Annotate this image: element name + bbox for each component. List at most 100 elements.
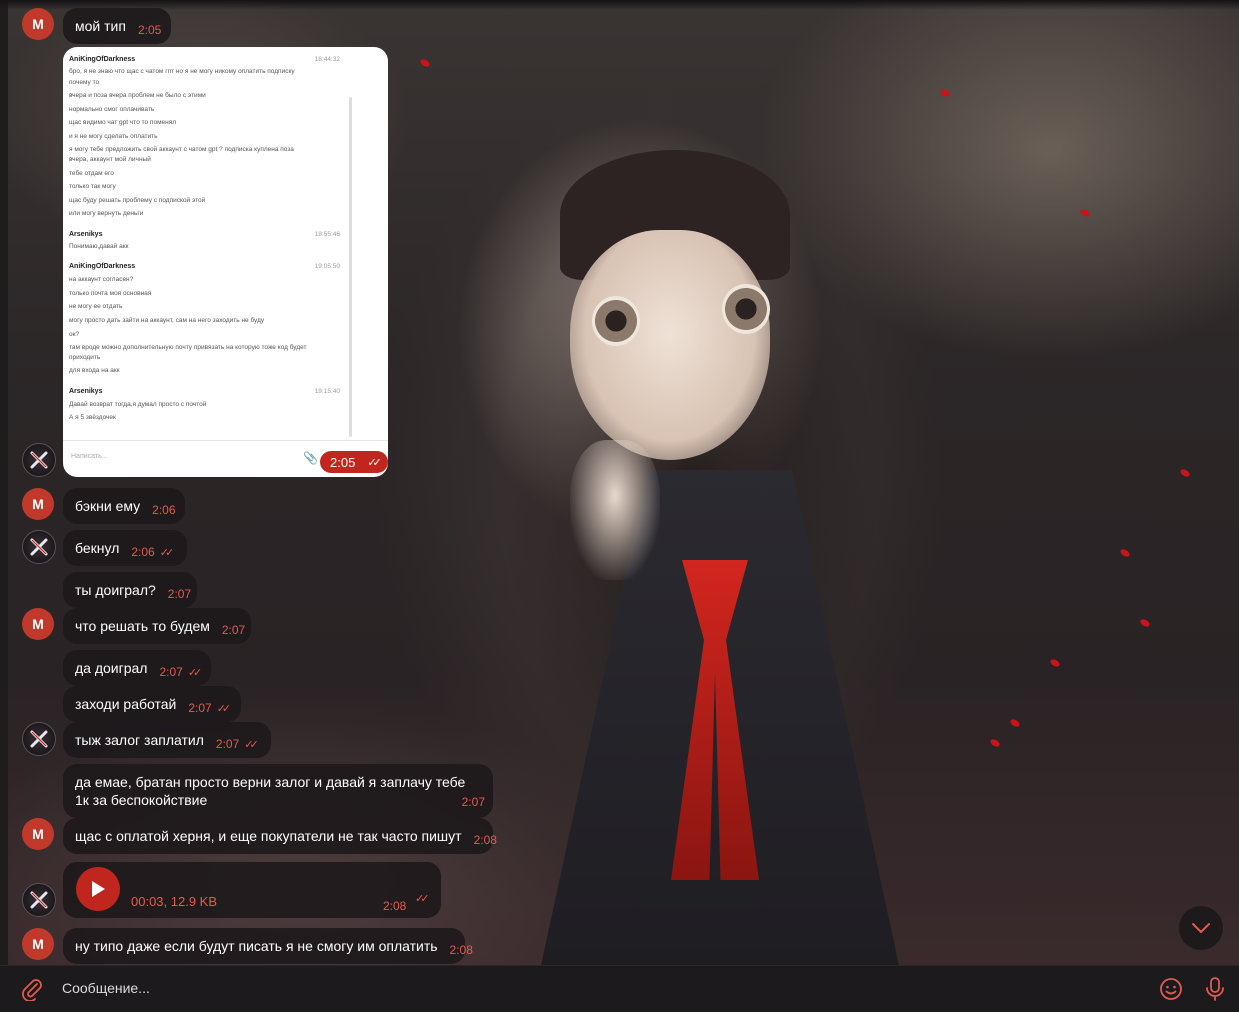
message-bubble[interactable]: мой тип 2:05 (63, 8, 171, 44)
voice-meta: 00:03, 12.9 KB (131, 894, 218, 909)
message-bubble[interactable]: что решать то будем 2:07 (63, 608, 251, 644)
avatar[interactable]: M (22, 818, 54, 850)
shot-line: не могу ее отдать (69, 303, 123, 310)
shot-placeholder: Написать... (71, 453, 108, 460)
x-logo-icon (30, 891, 48, 909)
top-shadow (0, 0, 1239, 10)
message-time: 2:06 (131, 545, 155, 559)
emoji-icon (1160, 978, 1182, 1000)
shot-author: AniKingOfDarkness (69, 56, 136, 63)
wallpaper-face (570, 230, 770, 460)
message-time: 2:07 (167, 587, 192, 601)
petal (1119, 547, 1131, 559)
message-bubble[interactable]: бэкни ему 2:06 (63, 488, 185, 524)
shot-line: Понимаю,давай акк (69, 243, 129, 250)
double-check-icon: ✓✓ (244, 738, 259, 751)
shot-line: приходить (69, 354, 101, 361)
shot-time: 18:55:46 (314, 231, 340, 238)
avatar[interactable] (22, 530, 56, 564)
avatar[interactable] (22, 443, 56, 477)
shot-time: 18:44:32 (314, 56, 340, 63)
scroll-down-button[interactable] (1179, 906, 1223, 950)
wallpaper-eye-right (722, 284, 770, 334)
double-check-icon: ✓✓ (415, 892, 430, 905)
message-text: щас с оплатой херня, и еще покупатели не… (75, 828, 462, 844)
shot-line: нормально смог оплачивать (69, 106, 155, 113)
message-time: 2:07 (159, 665, 183, 679)
double-check-icon: ✓✓ (159, 546, 175, 559)
x-logo-icon (30, 538, 48, 556)
play-button[interactable] (76, 867, 120, 911)
avatar[interactable]: M (22, 608, 54, 640)
shot-author: AniKingOfDarkness (69, 263, 136, 270)
play-icon (92, 881, 105, 897)
avatar[interactable] (22, 722, 56, 756)
x-logo-icon (30, 730, 48, 748)
message-text: заходи работай (75, 696, 177, 712)
shot-line: для входа на акк (69, 367, 120, 374)
petal (1139, 617, 1151, 629)
petal (1079, 207, 1091, 219)
voice-message[interactable]: 00:03, 12.9 KB 2:08 ✓✓ (63, 862, 441, 918)
image-message[interactable]: AniKingOfDarkness 18:44:32 бро, я не зна… (63, 47, 388, 477)
message-bubble[interactable]: бекнул 2:06 ✓✓ (63, 530, 187, 566)
message-bubble[interactable]: да доиграл 2:07 ✓✓ (63, 650, 211, 686)
message-text: бекнул (75, 540, 120, 556)
shot-line: только так могу (69, 183, 116, 190)
avatar[interactable]: M (22, 928, 54, 960)
message-text: тыж залог заплатил (75, 732, 204, 748)
shot-author: Arsenikys (69, 388, 103, 395)
petal (989, 737, 1001, 749)
attach-button[interactable] (20, 977, 44, 1005)
message-time: 2:08 (449, 943, 473, 957)
message-text: ну типо даже если будут писать я не смог… (75, 938, 438, 954)
message-bubble[interactable]: да емае, братан просто верни залог и дав… (63, 764, 493, 818)
message-time: 2:06 (152, 503, 176, 517)
paperclip-icon (22, 979, 42, 1002)
avatar[interactable]: M (22, 8, 54, 40)
shot-paperclip-icon: 📎 (303, 451, 318, 465)
shot-line: почему то (69, 79, 100, 86)
shot-time: 19:15:40 (314, 388, 340, 395)
avatar[interactable] (22, 883, 56, 917)
left-rail (0, 0, 8, 965)
message-bubble[interactable]: тыж залог заплатил 2:07 ✓✓ (63, 722, 271, 758)
double-check-icon: ✓✓ (187, 666, 203, 679)
message-input[interactable] (60, 979, 1064, 997)
message-bubble[interactable]: ну типо даже если будут писать я не смог… (63, 928, 473, 964)
message-time: 2:07 (461, 795, 485, 809)
shot-line: только почта моя основная (69, 290, 152, 297)
shot-line: там вроде можно дополнительную почту при… (69, 344, 307, 351)
shot-time: 19:05:50 (314, 263, 340, 270)
shot-line: и я не могу сделать оплатить (69, 133, 158, 140)
message-text: бэкни ему (75, 498, 141, 514)
message-time: 2:07 (215, 737, 240, 751)
message-text: что решать то будем (75, 618, 210, 634)
shot-line: тебе отдам его (69, 170, 114, 177)
x-logo-icon (30, 451, 48, 469)
double-check-icon: ✓✓ (367, 456, 382, 469)
shot-line: Давай возврат тогда,я думал просто с поч… (69, 401, 207, 408)
shot-line: могу просто дать зайти на аккаунт, сам н… (69, 317, 265, 324)
message-bubble[interactable]: заходи работай 2:07 ✓✓ (63, 686, 241, 722)
message-time: 2:08 (473, 833, 497, 847)
shot-line: вчера и поза вчера проблем не было с эти… (69, 92, 206, 99)
message-bubble[interactable]: ты доиграл? 2:07 (63, 572, 197, 608)
shot-line: вчера, аккаунт мой личный (69, 156, 151, 163)
message-text: мой тип (75, 18, 126, 34)
petal (1049, 657, 1061, 669)
emoji-button[interactable] (1159, 977, 1183, 1005)
shot-line: щас видимо чат gpt что то поменял (69, 119, 177, 126)
message-time: 2:05 (137, 23, 162, 37)
microphone-icon (1206, 977, 1224, 1001)
avatar[interactable]: M (22, 488, 54, 520)
double-check-icon: ✓✓ (216, 702, 232, 715)
wallpaper-hand (570, 440, 660, 580)
shot-scrollbar (349, 97, 352, 437)
petal (419, 57, 431, 69)
voice-record-button[interactable] (1203, 976, 1227, 1006)
image-message-time: 2:05 ✓✓ (320, 451, 388, 473)
message-time: 2:07 (221, 623, 246, 637)
shot-line: я могу тебе предложить свой аккаунт с ча… (69, 146, 294, 153)
message-bubble[interactable]: щас с оплатой херня, и еще покупатели не… (63, 818, 497, 854)
